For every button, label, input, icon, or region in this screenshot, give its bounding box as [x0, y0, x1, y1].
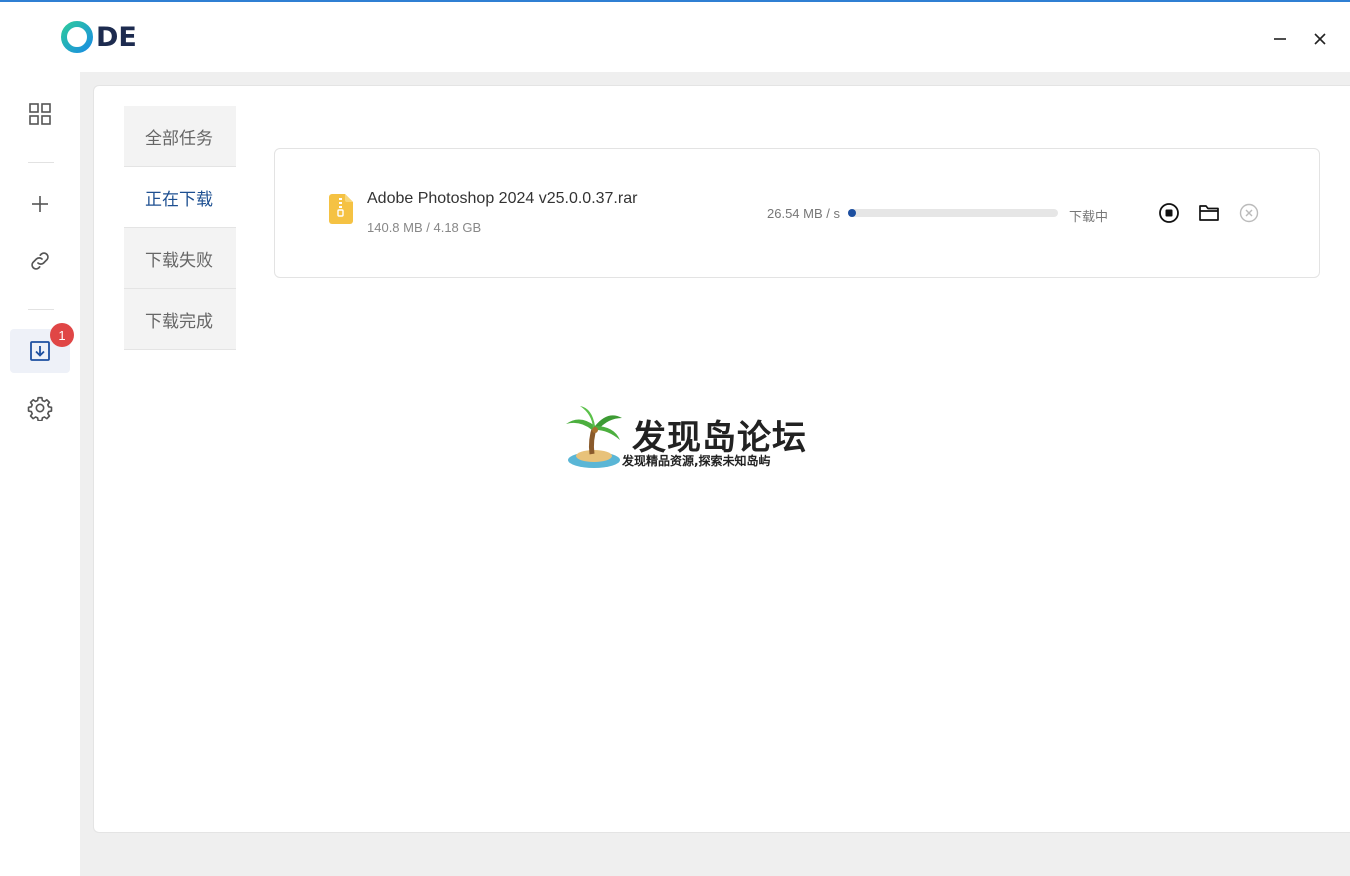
download-speed: 26.54 MB / s: [767, 206, 840, 221]
palm-island-logo: [566, 406, 622, 468]
app-logo: DE: [60, 20, 137, 54]
gear-icon: [27, 396, 53, 421]
download-count-badge: 1: [50, 323, 74, 347]
tab-completed[interactable]: 下载完成: [124, 289, 236, 350]
sidebar-item-new-task[interactable]: [10, 182, 70, 226]
sidebar: 1: [0, 72, 80, 876]
minimize-button[interactable]: [1267, 26, 1293, 52]
archive-file-icon: [329, 194, 353, 224]
sidebar-item-dashboard[interactable]: [10, 92, 70, 136]
stop-icon: [1159, 203, 1179, 223]
sidebar-divider: [28, 162, 54, 163]
stop-button[interactable]: [1157, 201, 1181, 225]
open-folder-button[interactable]: [1197, 201, 1221, 225]
close-circle-icon: [1239, 203, 1259, 223]
plus-icon: [32, 196, 48, 212]
tab-all-tasks[interactable]: 全部任务: [124, 106, 236, 167]
close-icon: [1314, 33, 1326, 45]
progress-bar: [848, 209, 1058, 217]
grid-icon: [29, 103, 51, 125]
download-status: 下载中: [1069, 209, 1109, 224]
sidebar-item-settings[interactable]: [10, 386, 70, 430]
sidebar-item-downloads[interactable]: 1: [10, 323, 74, 373]
link-icon: [31, 252, 49, 270]
download-icon: [30, 341, 50, 361]
download-task-card: Adobe Photoshop 2024 v25.0.0.37.rar 140.…: [274, 148, 1320, 278]
forum-watermark: 发现岛论坛 发现精品资源,探索未知岛屿: [562, 404, 806, 470]
tab-failed[interactable]: 下载失败: [124, 228, 236, 289]
file-name: Adobe Photoshop 2024 v25.0.0.37.rar: [367, 190, 638, 207]
minimize-icon: [1274, 38, 1286, 40]
file-size-progress: 140.8 MB / 4.18 GB: [367, 220, 482, 235]
cancel-task-button[interactable]: [1237, 201, 1261, 225]
watermark-subtitle: 发现精品资源,探索未知岛屿: [622, 454, 771, 468]
tab-downloading[interactable]: 正在下载: [124, 167, 236, 228]
title-bar: DE: [0, 2, 1350, 72]
folder-icon: [1199, 205, 1219, 221]
task-tabs: 全部任务 正在下载 下载失败 下载完成: [124, 106, 236, 350]
progress-bar-fill: [848, 209, 856, 217]
close-button[interactable]: [1307, 26, 1333, 52]
logo-ring-icon: [61, 21, 93, 53]
sidebar-divider: [28, 309, 54, 310]
logo-text: DE: [96, 21, 137, 53]
sidebar-item-link[interactable]: [10, 239, 70, 283]
